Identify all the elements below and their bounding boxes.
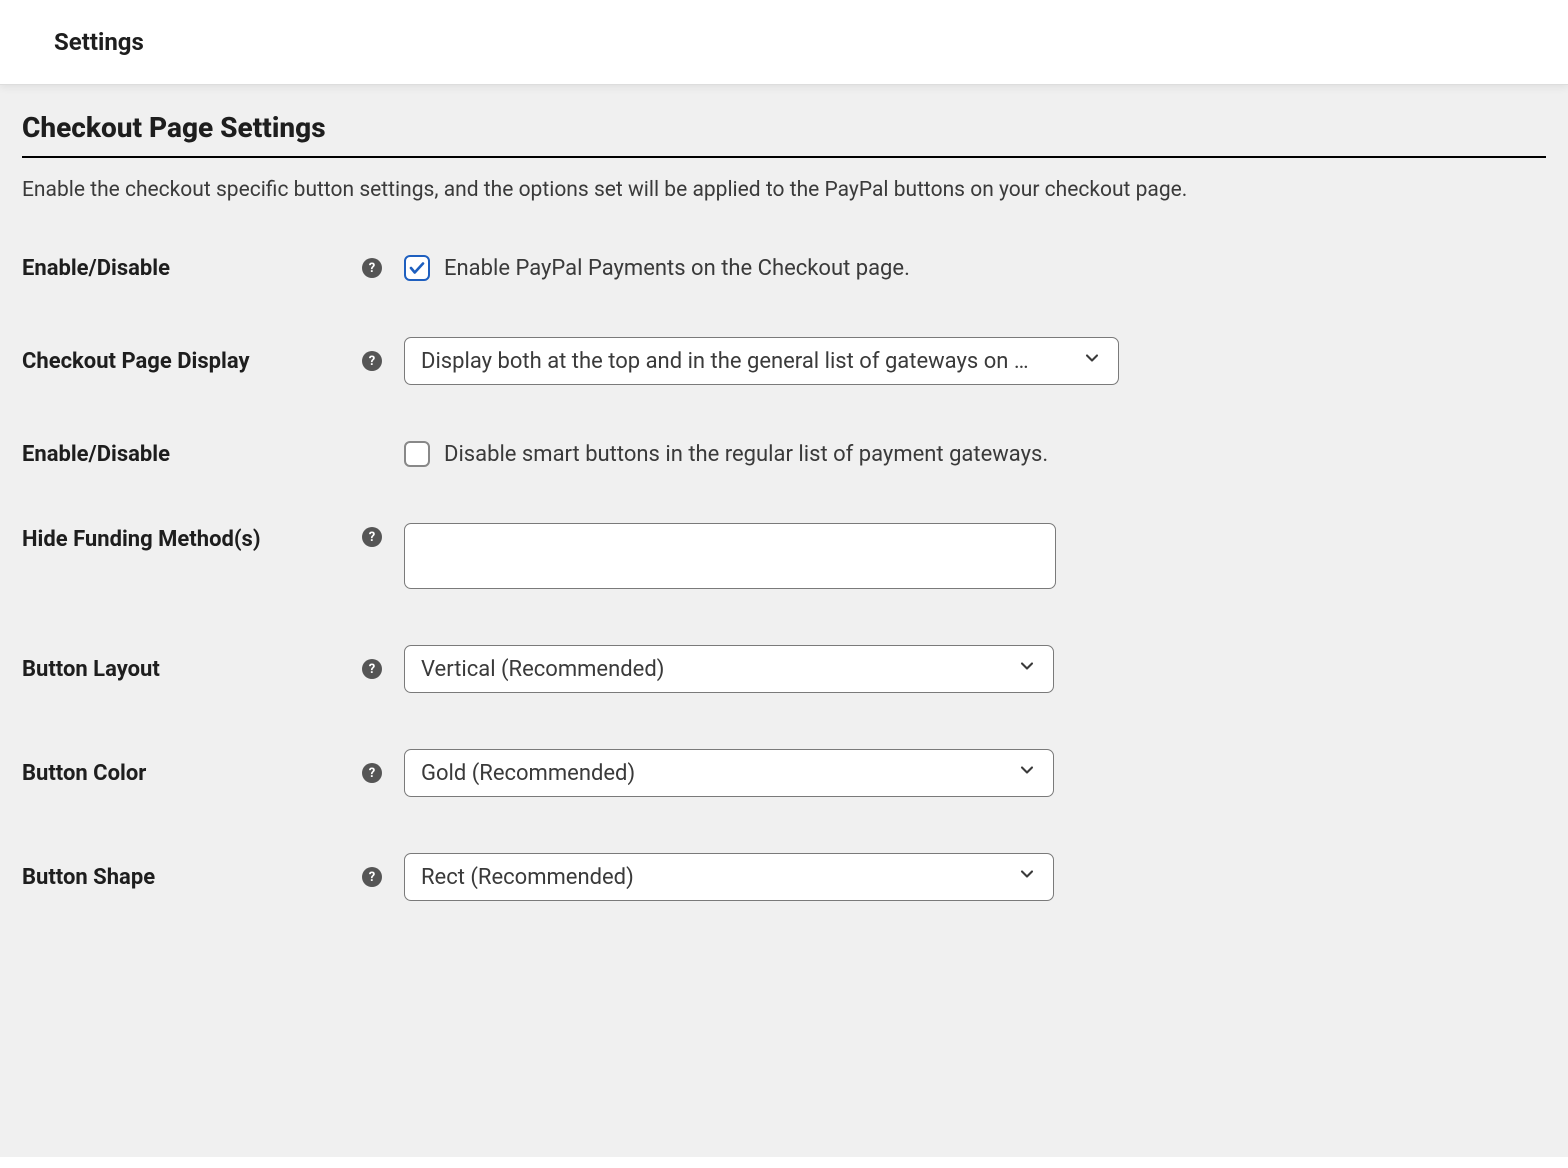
help-icon[interactable]: ? — [362, 659, 382, 679]
help-icon[interactable]: ? — [362, 258, 382, 278]
page-title: Settings — [54, 28, 1514, 56]
content-area: Checkout Page Settings Enable the checko… — [0, 85, 1568, 1157]
section-title: Checkout Page Settings — [22, 111, 1546, 158]
row-enable-checkout: Enable/Disable ? Enable PayPal Payments … — [22, 255, 1546, 281]
row-button-layout: Button Layout ? Vertical (Recommended) — [22, 645, 1546, 693]
control-button-color: Gold (Recommended) — [404, 749, 1546, 797]
select-value-button-color: Gold (Recommended) — [421, 761, 1009, 786]
chevron-down-icon — [1017, 760, 1037, 786]
section-description: Enable the checkout specific button sett… — [22, 176, 1546, 205]
checkbox-enable-checkout[interactable] — [404, 255, 430, 281]
help-icon[interactable]: ? — [362, 351, 382, 371]
select-button-layout[interactable]: Vertical (Recommended) — [404, 645, 1054, 693]
checkbox-disable-smart[interactable] — [404, 441, 430, 467]
chevron-down-icon — [1017, 656, 1037, 682]
help-icon[interactable]: ? — [362, 867, 382, 887]
checkbox-label-disable-smart: Disable smart buttons in the regular lis… — [444, 442, 1048, 467]
select-value-checkout-display: Display both at the top and in the gener… — [421, 349, 1074, 374]
select-value-button-layout: Vertical (Recommended) — [421, 657, 1009, 682]
help-icon[interactable]: ? — [362, 527, 382, 547]
chevron-down-icon — [1017, 864, 1037, 890]
control-disable-smart: Disable smart buttons in the regular lis… — [404, 441, 1546, 467]
select-button-shape[interactable]: Rect (Recommended) — [404, 853, 1054, 901]
row-button-color: Button Color ? Gold (Recommended) — [22, 749, 1546, 797]
select-checkout-display[interactable]: Display both at the top and in the gener… — [404, 337, 1119, 385]
label-checkout-display: Checkout Page Display — [22, 349, 362, 374]
row-button-shape: Button Shape ? Rect (Recommended) — [22, 853, 1546, 901]
check-icon — [408, 259, 426, 277]
control-button-shape: Rect (Recommended) — [404, 853, 1546, 901]
select-button-color[interactable]: Gold (Recommended) — [404, 749, 1054, 797]
control-hide-funding — [404, 523, 1546, 589]
row-hide-funding: Hide Funding Method(s) ? — [22, 523, 1546, 589]
row-checkout-display: Checkout Page Display ? Display both at … — [22, 337, 1546, 385]
label-button-layout: Button Layout — [22, 657, 362, 682]
chevron-down-icon — [1082, 348, 1102, 374]
label-button-shape: Button Shape — [22, 865, 362, 890]
label-disable-smart: Enable/Disable — [22, 442, 362, 467]
label-hide-funding: Hide Funding Method(s) — [22, 523, 362, 552]
select-value-button-shape: Rect (Recommended) — [421, 865, 1009, 890]
label-enable-checkout: Enable/Disable — [22, 256, 362, 281]
control-checkout-display: Display both at the top and in the gener… — [404, 337, 1546, 385]
control-enable-checkout: Enable PayPal Payments on the Checkout p… — [404, 255, 1546, 281]
multiselect-hide-funding[interactable] — [404, 523, 1056, 589]
row-disable-smart: Enable/Disable Disable smart buttons in … — [22, 441, 1546, 467]
page-header: Settings — [0, 0, 1568, 85]
checkbox-label-enable-checkout: Enable PayPal Payments on the Checkout p… — [444, 256, 910, 281]
help-icon[interactable]: ? — [362, 763, 382, 783]
control-button-layout: Vertical (Recommended) — [404, 645, 1546, 693]
label-button-color: Button Color — [22, 761, 362, 786]
